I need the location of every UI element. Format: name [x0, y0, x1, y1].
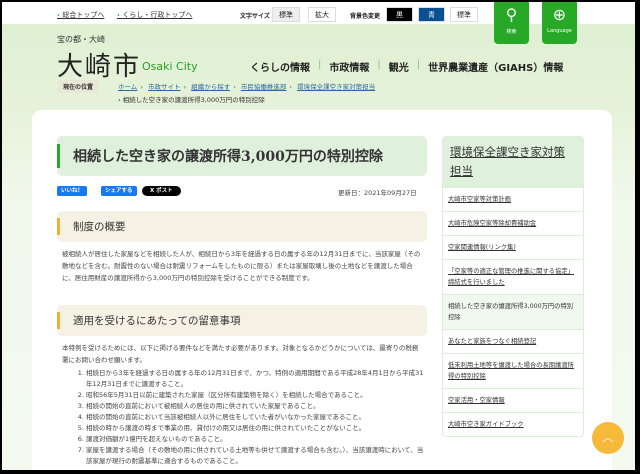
nav-tourism[interactable]: 観光 [389, 59, 409, 74]
main-nav: くらしの情報 | 市政情報 | 観光 | 世界農業遺産（GIAHS）情報 [250, 59, 564, 74]
search-icon: ⚲ [505, 5, 518, 24]
sidebar-item-current: 相続した空き家の譲渡所得3,000万円の特別控除 [443, 294, 583, 329]
list-item: 譲渡対価額が1億円を超えないものであること。 [86, 434, 429, 445]
breadcrumb-link[interactable]: 市民協働推進部 [241, 83, 287, 91]
x-post-button[interactable]: X ポスト [142, 186, 181, 196]
sidebar-item[interactable]: 「空家等の適正な管理の推進に関する協定」締結式を行いました [443, 259, 583, 294]
bg-standard-button[interactable]: 標準 [450, 7, 478, 22]
breadcrumb: ホーム › 市政サイト › 組織から探す › 市民協働推進部 › 環境保全課空き家対策担… [118, 83, 376, 91]
font-standard-button[interactable]: 標準 [272, 7, 300, 22]
bg-black-button[interactable]: 黒 [386, 7, 413, 22]
tagline: 宝の都・大崎 [57, 35, 105, 44]
breadcrumb-label: 現在の位置 [58, 80, 99, 93]
top-bar: 総合トップへ くらし・行政トップへ 文字サイズ 標準 拡大 背景色変更 黒 青 … [2, 2, 635, 24]
font-large-button[interactable]: 拡大 [308, 7, 336, 22]
share-button[interactable]: シェアする [101, 186, 137, 196]
bg-blue-button[interactable]: 青 [418, 7, 445, 22]
section-heading: 制度の概要 [57, 211, 427, 242]
globe-icon: ⊕ [552, 5, 567, 24]
section-heading: 適用を受けるにあたっての留意事項 [57, 305, 427, 336]
list-item: 相続の時から譲渡の時まで事業の用、貸付けの用又は居住の用に供されていたことがない… [86, 423, 429, 434]
sidebar-item[interactable]: 大崎市危険空家等除却費補助金 [443, 211, 583, 235]
language-button[interactable]: ⊕ Language [542, 2, 577, 44]
list-item: 家屋を譲渡する場合（その敷地の用に供されている土地等も併せて譲渡する場合も含む。… [86, 445, 429, 467]
section-text: 被相続人が居住した家屋などを相続した人が、相続日から3年を経過する日の属する年の… [62, 250, 421, 282]
sidebar: 環境保全課空き家対策担当 大崎市空家等対策計画 大崎市危険空家等除却費補助金 空… [442, 136, 584, 437]
logo-en: Osaki City [142, 60, 198, 73]
nav-city[interactable]: 市政情報 [329, 59, 369, 74]
font-size-label: 文字サイズ [240, 13, 270, 20]
nav-giahs[interactable]: 世界農業遺産（GIAHS）情報 [428, 59, 563, 74]
breadcrumb-link[interactable]: ホーム [118, 83, 137, 91]
section-text: 本特例を受けるためには、以下に掲げる要件などを満たす必要があります。対象となるか… [62, 344, 419, 364]
page-title-box: 相続した空き家の譲渡所得3,000万円の特別控除 [57, 136, 427, 176]
home-top-link[interactable]: 総合トップへ [57, 10, 104, 20]
list-item: 相続の開始の直前において当該被相続人以外に居住をしていた者がいなかった家屋である… [86, 412, 429, 423]
breadcrumb-link[interactable]: 市政サイト [148, 83, 181, 91]
language-label: Language [547, 28, 572, 34]
sidebar-item[interactable]: 低未利用土地等を譲渡した場合の長期譲渡所得の特別控除 [443, 353, 583, 388]
sidebar-item[interactable]: 大崎市空き家ガイドブック [443, 412, 583, 436]
breadcrumb-link[interactable]: 環境保全課空き家対策担当 [297, 83, 375, 91]
sidebar-item[interactable]: 大崎市空家等対策計画 [443, 187, 583, 211]
back-to-top-button[interactable]: ︿ [592, 422, 624, 454]
chevron-up-icon: ︿ [602, 431, 614, 444]
list-item: 昭和56年5月31日以前に建築された家屋（区分所有建築物を除く）を相続した場合で… [86, 390, 429, 401]
search-label: 検索 [506, 29, 517, 35]
section-heading-text: 制度の概要 [73, 221, 126, 233]
sidebar-item[interactable]: 空家活用・空家情報 [443, 388, 583, 412]
nav-life[interactable]: くらしの情報 [250, 59, 310, 74]
section-heading-text: 適用を受けるにあたっての留意事項 [73, 315, 241, 327]
sidebar-item[interactable]: 空家関連情報(リンク集) [443, 235, 583, 259]
list-item: 相続日から3年を経過する日の属する年の12月31日まで、かつ、特例の適用期間であ… [86, 368, 429, 390]
breadcrumb-current-text: 相続した空き家の譲渡所得3,000万円の特別控除 [122, 96, 265, 104]
like-button[interactable]: いいね！ [57, 186, 88, 196]
sidebar-heading[interactable]: 環境保全課空き家対策担当 [443, 137, 583, 187]
logo[interactable]: 大崎市 [57, 46, 141, 83]
life-top-link[interactable]: くらし・行政トップへ [117, 10, 192, 20]
bg-color-label: 背景色変更 [350, 13, 381, 20]
breadcrumb-link[interactable]: 組織から探す [191, 83, 230, 91]
page: 総合トップへ くらし・行政トップへ 文字サイズ 標準 拡大 背景色変更 黒 青 … [2, 2, 635, 470]
search-button[interactable]: ⚲ 検索 [494, 2, 529, 44]
page-title: 相続した空き家の譲渡所得3,000万円の特別控除 [73, 149, 383, 165]
breadcrumb-current: › 相続した空き家の譲渡所得3,000万円の特別控除 [118, 96, 265, 104]
updated-date: 更新日：2021年09月27日 [338, 189, 417, 197]
requirements-list: 相続日から3年を経過する日の属する年の12月31日まで、かつ、特例の適用期間であ… [74, 368, 429, 467]
list-item: 相続の開始の直前において被相続人の居住の用に供されていた家屋であること。 [86, 401, 429, 412]
sidebar-item[interactable]: あなたと家族をつなぐ相続登記 [443, 329, 583, 353]
